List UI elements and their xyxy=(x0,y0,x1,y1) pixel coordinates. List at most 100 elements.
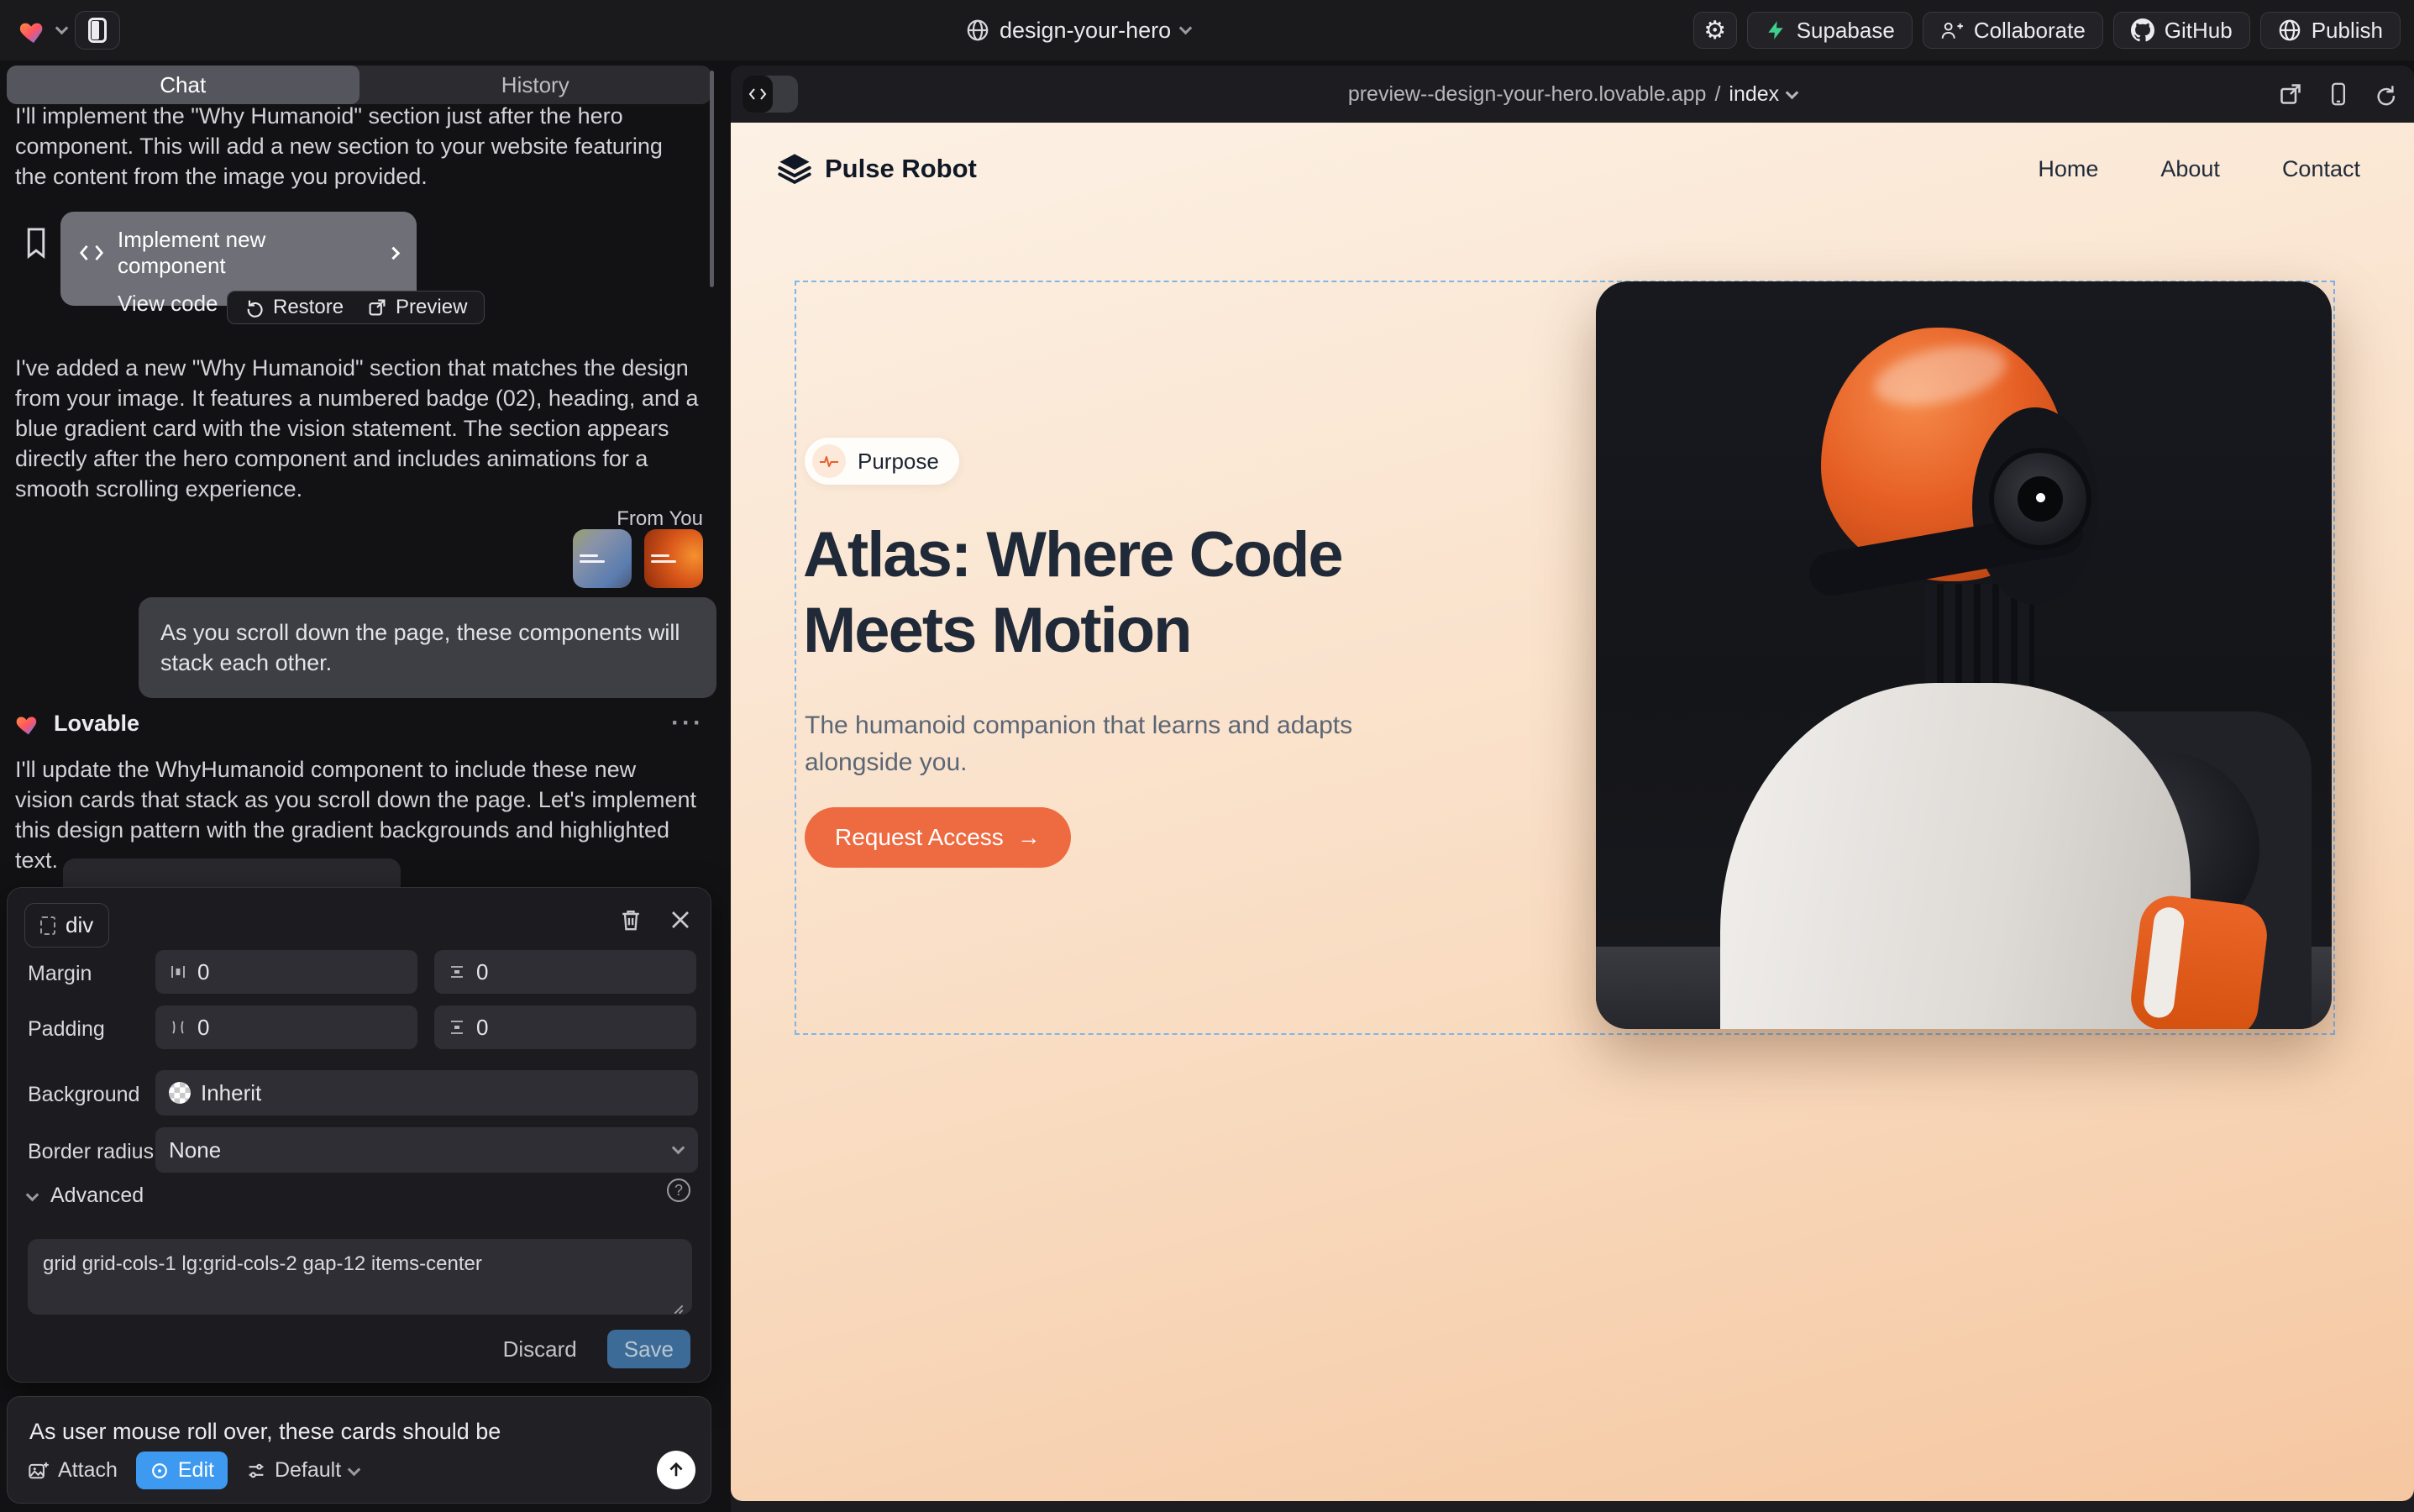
margin-y-icon xyxy=(448,963,466,981)
advanced-section-toggle[interactable]: Advanced xyxy=(28,1184,144,1208)
globe-icon xyxy=(966,18,989,42)
preview-url: preview--design-your-hero.lovable.app xyxy=(1348,82,1707,107)
background-swatch-icon xyxy=(169,1082,191,1104)
chevron-down-icon xyxy=(672,1142,685,1155)
sliders-icon xyxy=(246,1461,266,1481)
top-bar: design-your-hero ⚙ Supabase Collaborate … xyxy=(0,0,2414,60)
collaborate-button[interactable]: Collaborate xyxy=(1923,12,2103,49)
supabase-button[interactable]: Supabase xyxy=(1747,12,1913,49)
publish-button[interactable]: Publish xyxy=(2260,12,2401,49)
margin-y-input[interactable]: 0 xyxy=(434,950,696,994)
preview-url-bar[interactable]: preview--design-your-hero.lovable.app / … xyxy=(731,66,2414,123)
background-label: Background xyxy=(28,1083,139,1107)
chevron-down-icon xyxy=(26,1189,39,1202)
pulse-icon xyxy=(812,444,846,478)
robot-hero-image xyxy=(1596,281,2332,1029)
preview-button[interactable]: Preview xyxy=(367,296,467,319)
site-nav: Home About Contact xyxy=(2038,156,2360,182)
request-access-button[interactable]: Request Access → xyxy=(805,807,1071,868)
preview-toolbar: preview--design-your-hero.lovable.app / … xyxy=(731,66,2414,123)
padding-x-icon xyxy=(169,1018,187,1037)
settings-button[interactable]: ⚙ xyxy=(1693,12,1737,49)
chat-panel: Chat History I'll implement the "Why Hum… xyxy=(0,60,719,1512)
mobile-view-button[interactable] xyxy=(2327,81,2350,107)
project-name: design-your-hero xyxy=(1000,18,1171,44)
publish-globe-icon xyxy=(2278,18,2301,42)
nav-about[interactable]: About xyxy=(2160,156,2220,182)
selected-element-chip[interactable]: div xyxy=(24,903,109,948)
layers-logo-icon xyxy=(778,153,811,185)
margin-label: Margin xyxy=(28,962,92,986)
robot-arm xyxy=(2128,892,2270,1029)
chat-input[interactable]: As user mouse roll over, these cards sho… xyxy=(29,1419,668,1445)
version-toolbar: Restore Preview xyxy=(227,291,485,324)
chat-history-tabs: Chat History xyxy=(7,66,711,104)
margin-x-input[interactable]: 0 xyxy=(155,950,417,994)
padding-x-input[interactable]: 0 xyxy=(155,1005,417,1049)
assistant-message-1: I'll implement the "Why Humanoid" sectio… xyxy=(15,101,700,192)
lovable-avatar-icon xyxy=(15,711,42,736)
preview-page: index xyxy=(1729,82,1779,107)
classes-textarea[interactable]: grid grid-cols-1 lg:grid-cols-2 gap-12 i… xyxy=(28,1239,692,1315)
restore-icon xyxy=(244,297,265,318)
workspace-chevron-icon[interactable] xyxy=(55,22,69,35)
element-tag: div xyxy=(66,912,93,938)
message-menu-button[interactable]: ··· xyxy=(671,709,704,738)
chevron-right-icon xyxy=(387,246,400,259)
discard-button[interactable]: Discard xyxy=(503,1336,577,1362)
site-brand[interactable]: Pulse Robot xyxy=(778,153,977,185)
gear-icon: ⚙ xyxy=(1703,16,1726,45)
tab-history[interactable]: History xyxy=(359,66,712,104)
arrow-up-icon xyxy=(666,1460,686,1480)
panel-icon xyxy=(88,18,107,43)
component-card-title: Implement new component xyxy=(118,227,375,279)
close-inspector-button[interactable] xyxy=(670,910,690,930)
refresh-button[interactable] xyxy=(2374,82,2397,106)
attachment-thumbnail-orange[interactable] xyxy=(644,529,703,588)
nav-home[interactable]: Home xyxy=(2038,156,2098,182)
open-preview-icon xyxy=(367,297,387,318)
save-button[interactable]: Save xyxy=(607,1330,690,1368)
restore-button[interactable]: Restore xyxy=(244,296,344,319)
mode-select[interactable]: Default xyxy=(246,1458,359,1483)
delete-element-button[interactable] xyxy=(620,908,642,932)
from-you-label: From You xyxy=(468,507,703,531)
code-icon xyxy=(79,243,104,263)
chevron-down-icon xyxy=(1786,86,1799,99)
border-radius-select[interactable]: None xyxy=(155,1127,698,1173)
project-chevron-icon xyxy=(1179,22,1193,35)
edit-mode-button[interactable]: Edit xyxy=(136,1452,228,1489)
hero-subheading: The humanoid companion that learns and a… xyxy=(805,707,1376,781)
help-icon[interactable]: ? xyxy=(667,1179,690,1202)
project-switcher[interactable]: design-your-hero xyxy=(966,0,1190,60)
chat-scrollbar[interactable] xyxy=(710,71,714,287)
tab-chat[interactable]: Chat xyxy=(7,66,359,104)
attach-button[interactable]: Attach xyxy=(28,1458,118,1483)
assistant-name: Lovable xyxy=(54,711,139,737)
attachment-thumbnail-blue[interactable] xyxy=(573,529,632,588)
target-icon xyxy=(150,1461,170,1481)
rendered-site-page: Pulse Robot Home About Contact Purpose A… xyxy=(731,123,2414,1501)
element-inspector-panel: div Margin 0 0 Padding 0 0 xyxy=(7,887,711,1383)
padding-label: Padding xyxy=(28,1017,105,1042)
padding-y-input[interactable]: 0 xyxy=(434,1005,696,1049)
lovable-editor-window: design-your-hero ⚙ Supabase Collaborate … xyxy=(0,0,2414,1512)
padding-y-icon xyxy=(448,1018,466,1037)
collaborate-icon xyxy=(1940,19,1964,41)
github-button[interactable]: GitHub xyxy=(2113,12,2250,49)
assistant-header: Lovable ··· xyxy=(15,709,704,738)
background-input[interactable]: Inherit xyxy=(155,1070,698,1116)
send-button[interactable] xyxy=(657,1451,695,1489)
attach-image-icon xyxy=(28,1460,50,1482)
open-in-new-tab-button[interactable] xyxy=(2278,81,2303,107)
sidebar-toggle-button[interactable] xyxy=(75,11,120,50)
nav-contact[interactable]: Contact xyxy=(2282,156,2360,182)
arrow-right-icon: → xyxy=(1017,824,1041,851)
purpose-badge: Purpose xyxy=(805,438,959,485)
bookmark-icon[interactable] xyxy=(24,227,49,259)
margin-x-icon xyxy=(169,963,187,981)
lovable-logo-icon[interactable] xyxy=(18,16,49,45)
border-radius-label: Border radius xyxy=(28,1140,154,1164)
user-message-bubble: As you scroll down the page, these compo… xyxy=(139,597,716,698)
site-header: Pulse Robot Home About Contact xyxy=(778,153,2360,185)
